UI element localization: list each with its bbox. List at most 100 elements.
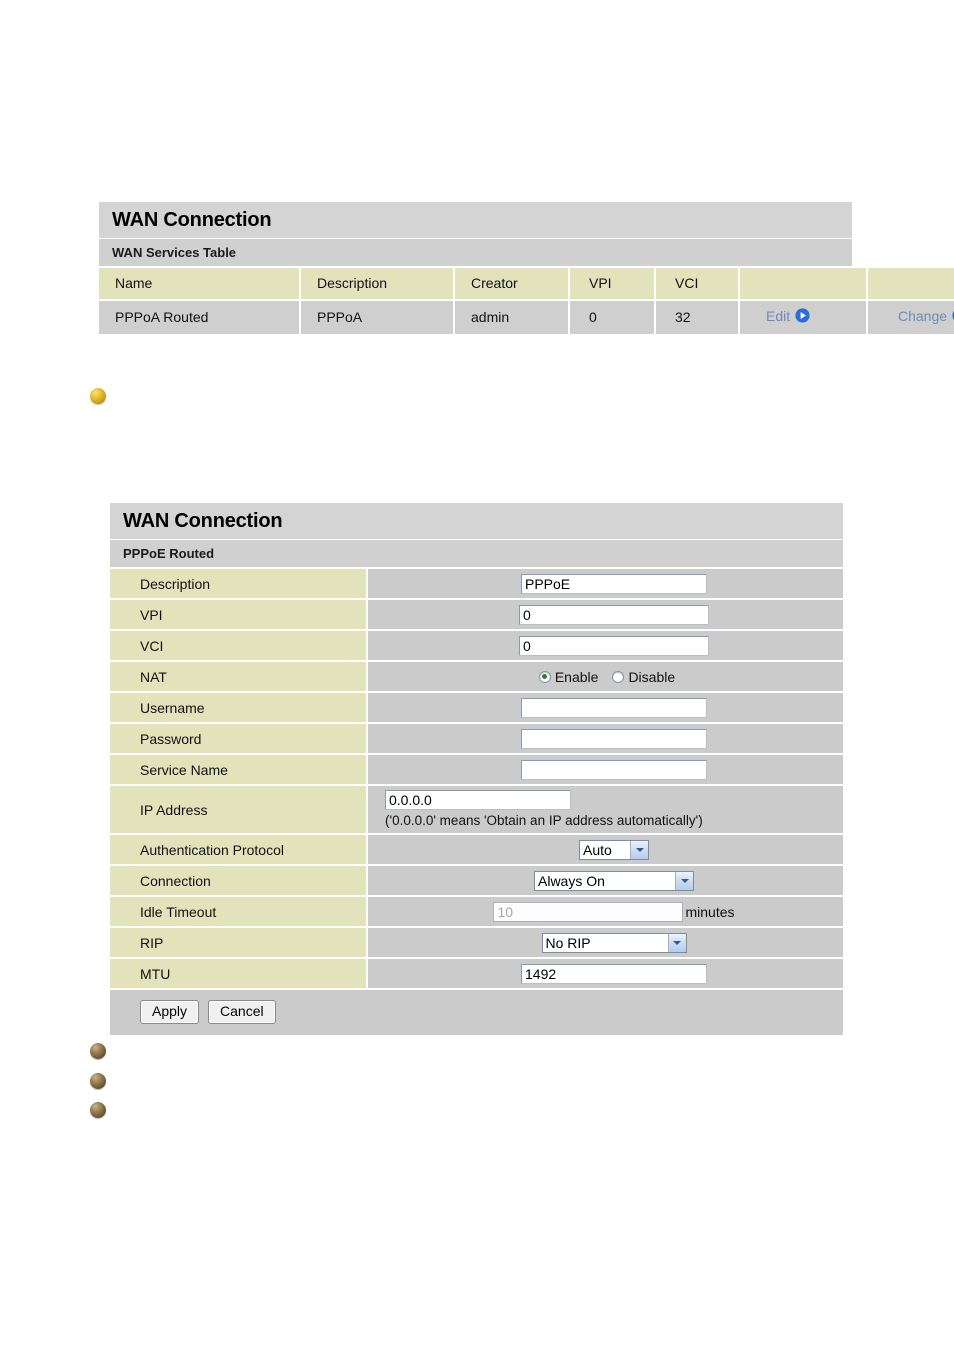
vpi-input[interactable]	[519, 604, 709, 625]
mtu-label: MTU	[110, 959, 368, 988]
column-header-change	[867, 266, 954, 300]
table-row: PPPoA Routed PPPoA admin 0 32 Edit Chang…	[99, 299, 954, 334]
play-circle-icon	[795, 308, 810, 328]
mtu-input[interactable]	[521, 963, 707, 984]
wan-services-table: Name Description Creator VPI VCI PPPoA R…	[99, 266, 954, 334]
form-row-mtu: MTU	[110, 957, 843, 988]
connection-select[interactable]: Always On	[534, 870, 694, 891]
password-input[interactable]	[521, 728, 707, 749]
wan-connection-form-panel: WAN Connection PPPoE Routed Description …	[110, 503, 843, 1035]
password-label: Password	[110, 724, 368, 753]
bullet-marker-1	[90, 388, 106, 404]
idle-timeout-input[interactable]	[493, 901, 684, 922]
cell-vpi: 0	[569, 299, 656, 334]
ip-address-label: IP Address	[110, 786, 368, 833]
vci-value-cell	[368, 631, 843, 660]
cell-name: PPPoA Routed	[99, 299, 301, 334]
form-row-description: Description	[110, 567, 843, 598]
nat-label: NAT	[110, 662, 368, 691]
idle-timeout-value-cell: minutes	[368, 897, 843, 926]
connection-label: Connection	[110, 866, 368, 895]
form-row-rip: RIP No RIP	[110, 926, 843, 957]
ip-address-input[interactable]	[385, 790, 571, 810]
chevron-down-icon[interactable]	[675, 871, 693, 890]
wan-connection-title: WAN Connection	[99, 202, 852, 239]
form-row-username: Username	[110, 691, 843, 722]
service-name-value-cell	[368, 755, 843, 784]
change-link[interactable]: Change	[898, 308, 954, 324]
form-row-vpi: VPI	[110, 598, 843, 629]
rip-select[interactable]: No RIP	[541, 932, 687, 953]
auth-protocol-select[interactable]: Auto	[579, 839, 649, 860]
service-name-input[interactable]	[521, 759, 707, 780]
username-label: Username	[110, 693, 368, 722]
column-header-edit	[739, 266, 868, 300]
cell-edit: Edit	[739, 299, 868, 334]
connection-value-cell: Always On	[368, 866, 843, 895]
table-header-row: Name Description Creator VPI VCI	[99, 266, 954, 300]
rip-label: RIP	[110, 928, 368, 957]
wan-services-table-subtitle: WAN Services Table	[99, 239, 852, 266]
form-row-idle-timeout: Idle Timeout minutes	[110, 895, 843, 926]
column-header-name: Name	[99, 266, 301, 300]
form-row-password: Password	[110, 722, 843, 753]
vci-input[interactable]	[519, 635, 709, 656]
form-row-ip-address: IP Address ('0.0.0.0' means 'Obtain an I…	[110, 784, 843, 833]
username-value-cell	[368, 693, 843, 722]
cell-creator: admin	[454, 299, 570, 334]
cell-vci: 32	[655, 299, 740, 334]
bullet-marker-2	[90, 1043, 106, 1059]
service-name-label: Service Name	[110, 755, 368, 784]
edit-link-label: Edit	[766, 308, 791, 324]
wan-connection-form-title: WAN Connection	[110, 503, 843, 540]
pppoe-routed-subtitle: PPPoE Routed	[110, 540, 843, 567]
form-row-connection: Connection Always On	[110, 864, 843, 895]
idle-timeout-label: Idle Timeout	[110, 897, 368, 926]
wan-services-panel: WAN Connection WAN Services Table Name D…	[99, 202, 954, 334]
nat-value-cell: Enable Disable	[368, 662, 843, 691]
vpi-value-cell	[368, 600, 843, 629]
edit-link[interactable]: Edit	[766, 308, 810, 324]
column-header-description: Description	[300, 266, 455, 300]
wan-connection-form: Description VPI VCI NAT	[110, 567, 843, 1035]
apply-button[interactable]: Apply	[140, 1000, 200, 1024]
bullet-marker-4	[90, 1102, 106, 1118]
username-input[interactable]	[521, 697, 707, 718]
description-label: Description	[110, 569, 368, 598]
form-row-auth-protocol: Authentication Protocol Auto	[110, 833, 843, 864]
auth-protocol-label: Authentication Protocol	[110, 835, 368, 864]
nat-enable-label: Enable	[554, 668, 599, 685]
cell-change: Change	[867, 299, 954, 334]
nat-radio-group: Enable Disable	[538, 668, 689, 685]
column-header-vpi: VPI	[569, 266, 656, 300]
radio-selected-icon	[538, 670, 551, 683]
mtu-value-cell	[368, 959, 843, 988]
auth-protocol-value-cell: Auto	[368, 835, 843, 864]
vpi-label: VPI	[110, 600, 368, 629]
form-row-vci: VCI	[110, 629, 843, 660]
nat-disable-label: Disable	[628, 668, 676, 685]
form-button-bar: Apply Cancel	[110, 988, 843, 1035]
vci-label: VCI	[110, 631, 368, 660]
column-header-creator: Creator	[454, 266, 570, 300]
radio-unselected-icon	[612, 670, 625, 683]
cell-description: PPPoA	[300, 299, 455, 334]
bullet-marker-3	[90, 1073, 106, 1089]
nat-radio-enable[interactable]: Enable	[538, 668, 599, 685]
description-value-cell	[368, 569, 843, 598]
password-value-cell	[368, 724, 843, 753]
auth-protocol-selected-value: Auto	[583, 841, 612, 858]
chevron-down-icon[interactable]	[667, 933, 686, 952]
column-header-vci: VCI	[655, 266, 740, 300]
rip-value-cell: No RIP	[368, 928, 843, 957]
idle-timeout-unit: minutes	[685, 903, 735, 920]
change-link-label: Change	[898, 308, 948, 324]
ip-address-note: ('0.0.0.0' means 'Obtain an IP address a…	[385, 813, 703, 828]
connection-selected-value: Always On	[538, 872, 605, 889]
chevron-down-icon[interactable]	[630, 840, 648, 859]
cancel-button[interactable]: Cancel	[208, 1000, 276, 1024]
ip-address-value-cell: ('0.0.0.0' means 'Obtain an IP address a…	[368, 786, 843, 833]
rip-selected-value: No RIP	[545, 934, 591, 951]
nat-radio-disable[interactable]: Disable	[612, 669, 675, 685]
description-input[interactable]	[521, 573, 707, 594]
